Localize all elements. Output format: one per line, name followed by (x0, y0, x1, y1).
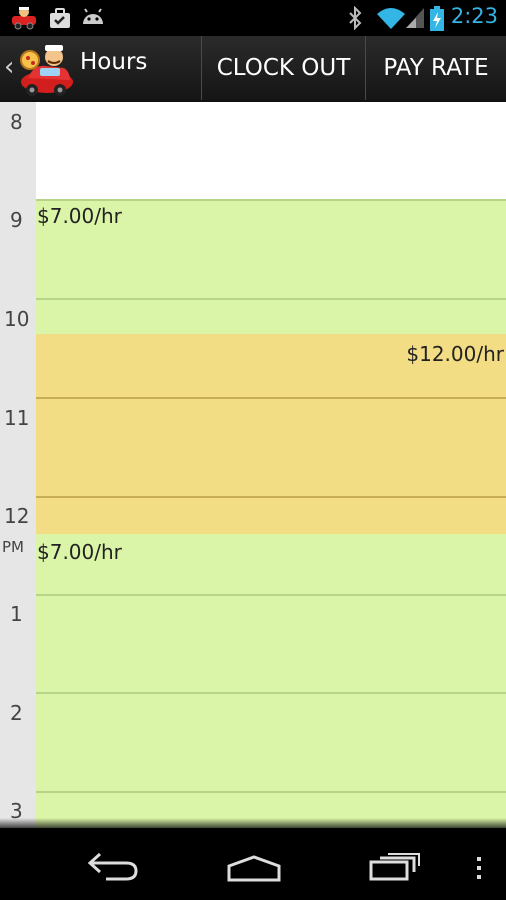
hour-label: 12 (4, 504, 30, 528)
rate-label: $12.00/hr (406, 342, 504, 366)
back-icon[interactable] (86, 850, 140, 886)
system-navigation-bar (0, 828, 506, 900)
hour-line (36, 199, 506, 201)
wifi-icon (376, 6, 406, 34)
hour-line (36, 496, 506, 498)
battery-charging-icon (430, 6, 444, 36)
action-bar: ‹ Hours CLOCK OUT PAY RATE (0, 36, 506, 102)
screen-title: Hours (80, 49, 148, 75)
hour-label: 8 (10, 110, 23, 134)
hour-line (36, 397, 506, 399)
up-caret-icon: ‹ (4, 52, 15, 82)
status-bar: 2:23 (0, 0, 506, 36)
rate-label: $7.00/hr (37, 540, 122, 564)
hour-line (36, 298, 506, 300)
android-debug-icon (80, 6, 106, 34)
pay-rate-button[interactable]: PAY RATE (366, 36, 506, 100)
hour-label: 2 (10, 701, 23, 725)
up-navigation[interactable]: ‹ Hours (0, 36, 200, 100)
hour-line (36, 791, 506, 793)
hour-line (36, 594, 506, 596)
pizza-delivery-logo-icon (20, 42, 74, 102)
hour-label: 9 (10, 208, 23, 232)
rate-label: $7.00/hr (37, 204, 122, 228)
pm-marker: PM (2, 538, 24, 556)
pizza-app-notification-icon (10, 6, 38, 34)
hour-line (36, 692, 506, 694)
hour-label: 10 (4, 307, 30, 331)
recent-apps-icon[interactable] (368, 852, 422, 886)
hours-calendar[interactable]: 8 9 10 11 12 PM 1 2 3 $7.00/hr $12.00/hr… (0, 102, 506, 828)
overflow-menu-icon[interactable] (474, 856, 484, 884)
home-icon[interactable] (226, 854, 282, 886)
hour-label: 1 (10, 602, 23, 626)
bluetooth-icon (346, 5, 364, 34)
hour-label: 11 (4, 406, 30, 430)
rate-block[interactable] (36, 534, 506, 828)
status-time: 2:23 (450, 4, 498, 28)
briefcase-notification-icon (48, 6, 72, 34)
cell-signal-icon (404, 6, 426, 34)
clock-out-button[interactable]: CLOCK OUT (202, 36, 365, 100)
